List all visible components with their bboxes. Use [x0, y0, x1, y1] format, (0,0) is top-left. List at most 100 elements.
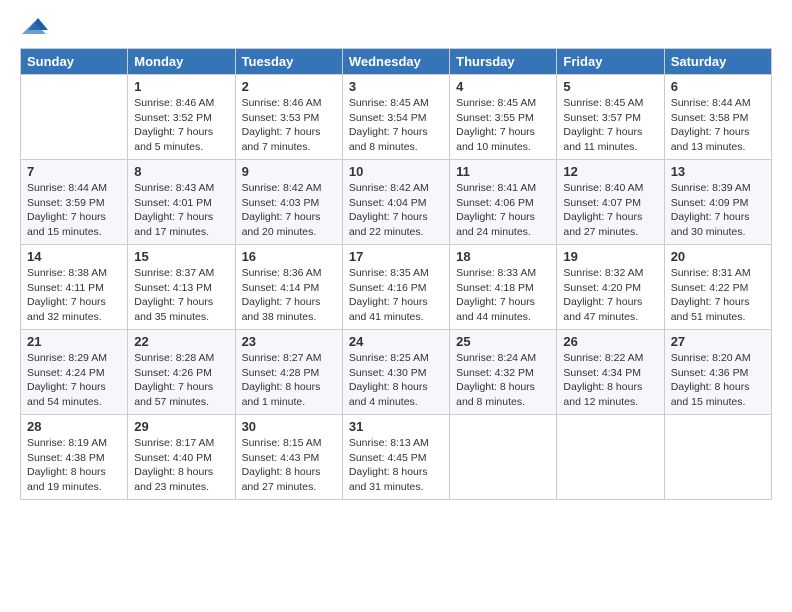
calendar-cell: 26 Sunrise: 8:22 AMSunset: 4:34 PMDaylig…: [557, 330, 664, 415]
day-info: Sunrise: 8:33 AMSunset: 4:18 PMDaylight:…: [456, 266, 550, 325]
day-number: 15: [134, 249, 228, 264]
day-info: Sunrise: 8:17 AMSunset: 4:40 PMDaylight:…: [134, 436, 228, 495]
day-number: 4: [456, 79, 550, 94]
day-number: 3: [349, 79, 443, 94]
day-info: Sunrise: 8:44 AMSunset: 3:58 PMDaylight:…: [671, 96, 765, 155]
day-number: 19: [563, 249, 657, 264]
calendar-cell: 23 Sunrise: 8:27 AMSunset: 4:28 PMDaylig…: [235, 330, 342, 415]
day-number: 1: [134, 79, 228, 94]
col-header-wednesday: Wednesday: [342, 49, 449, 75]
logo: [20, 16, 54, 40]
calendar-cell: 10 Sunrise: 8:42 AMSunset: 4:04 PMDaylig…: [342, 160, 449, 245]
calendar-table: SundayMondayTuesdayWednesdayThursdayFrid…: [20, 48, 772, 500]
day-info: Sunrise: 8:24 AMSunset: 4:32 PMDaylight:…: [456, 351, 550, 410]
day-number: 22: [134, 334, 228, 349]
day-info: Sunrise: 8:31 AMSunset: 4:22 PMDaylight:…: [671, 266, 765, 325]
calendar-cell: 1 Sunrise: 8:46 AMSunset: 3:52 PMDayligh…: [128, 75, 235, 160]
day-info: Sunrise: 8:45 AMSunset: 3:57 PMDaylight:…: [563, 96, 657, 155]
day-number: 14: [27, 249, 121, 264]
day-number: 2: [242, 79, 336, 94]
day-number: 12: [563, 164, 657, 179]
calendar-cell: 21 Sunrise: 8:29 AMSunset: 4:24 PMDaylig…: [21, 330, 128, 415]
day-number: 6: [671, 79, 765, 94]
day-number: 13: [671, 164, 765, 179]
calendar-cell: [21, 75, 128, 160]
calendar-cell: 3 Sunrise: 8:45 AMSunset: 3:54 PMDayligh…: [342, 75, 449, 160]
calendar-cell: 2 Sunrise: 8:46 AMSunset: 3:53 PMDayligh…: [235, 75, 342, 160]
day-number: 27: [671, 334, 765, 349]
day-number: 31: [349, 419, 443, 434]
calendar-cell: 28 Sunrise: 8:19 AMSunset: 4:38 PMDaylig…: [21, 415, 128, 500]
calendar-cell: [664, 415, 771, 500]
calendar-cell: 8 Sunrise: 8:43 AMSunset: 4:01 PMDayligh…: [128, 160, 235, 245]
day-info: Sunrise: 8:37 AMSunset: 4:13 PMDaylight:…: [134, 266, 228, 325]
calendar-cell: 11 Sunrise: 8:41 AMSunset: 4:06 PMDaylig…: [450, 160, 557, 245]
day-number: 20: [671, 249, 765, 264]
day-number: 28: [27, 419, 121, 434]
day-info: Sunrise: 8:20 AMSunset: 4:36 PMDaylight:…: [671, 351, 765, 410]
day-info: Sunrise: 8:43 AMSunset: 4:01 PMDaylight:…: [134, 181, 228, 240]
day-number: 25: [456, 334, 550, 349]
day-info: Sunrise: 8:46 AMSunset: 3:52 PMDaylight:…: [134, 96, 228, 155]
day-number: 30: [242, 419, 336, 434]
page-header: [20, 16, 772, 40]
day-number: 8: [134, 164, 228, 179]
calendar-cell: 22 Sunrise: 8:28 AMSunset: 4:26 PMDaylig…: [128, 330, 235, 415]
calendar-cell: 4 Sunrise: 8:45 AMSunset: 3:55 PMDayligh…: [450, 75, 557, 160]
col-header-thursday: Thursday: [450, 49, 557, 75]
day-number: 23: [242, 334, 336, 349]
day-info: Sunrise: 8:29 AMSunset: 4:24 PMDaylight:…: [27, 351, 121, 410]
col-header-friday: Friday: [557, 49, 664, 75]
col-header-monday: Monday: [128, 49, 235, 75]
day-info: Sunrise: 8:35 AMSunset: 4:16 PMDaylight:…: [349, 266, 443, 325]
logo-icon: [20, 16, 50, 40]
calendar-cell: 18 Sunrise: 8:33 AMSunset: 4:18 PMDaylig…: [450, 245, 557, 330]
day-info: Sunrise: 8:25 AMSunset: 4:30 PMDaylight:…: [349, 351, 443, 410]
day-info: Sunrise: 8:46 AMSunset: 3:53 PMDaylight:…: [242, 96, 336, 155]
day-number: 9: [242, 164, 336, 179]
calendar-cell: [557, 415, 664, 500]
day-number: 24: [349, 334, 443, 349]
calendar-cell: 17 Sunrise: 8:35 AMSunset: 4:16 PMDaylig…: [342, 245, 449, 330]
calendar-cell: 16 Sunrise: 8:36 AMSunset: 4:14 PMDaylig…: [235, 245, 342, 330]
calendar-cell: [450, 415, 557, 500]
calendar-cell: 20 Sunrise: 8:31 AMSunset: 4:22 PMDaylig…: [664, 245, 771, 330]
calendar-cell: 12 Sunrise: 8:40 AMSunset: 4:07 PMDaylig…: [557, 160, 664, 245]
col-header-saturday: Saturday: [664, 49, 771, 75]
day-info: Sunrise: 8:36 AMSunset: 4:14 PMDaylight:…: [242, 266, 336, 325]
day-info: Sunrise: 8:41 AMSunset: 4:06 PMDaylight:…: [456, 181, 550, 240]
calendar-cell: 31 Sunrise: 8:13 AMSunset: 4:45 PMDaylig…: [342, 415, 449, 500]
day-info: Sunrise: 8:22 AMSunset: 4:34 PMDaylight:…: [563, 351, 657, 410]
day-info: Sunrise: 8:27 AMSunset: 4:28 PMDaylight:…: [242, 351, 336, 410]
calendar-cell: 9 Sunrise: 8:42 AMSunset: 4:03 PMDayligh…: [235, 160, 342, 245]
day-info: Sunrise: 8:19 AMSunset: 4:38 PMDaylight:…: [27, 436, 121, 495]
col-header-sunday: Sunday: [21, 49, 128, 75]
calendar-cell: 6 Sunrise: 8:44 AMSunset: 3:58 PMDayligh…: [664, 75, 771, 160]
day-info: Sunrise: 8:39 AMSunset: 4:09 PMDaylight:…: [671, 181, 765, 240]
day-number: 29: [134, 419, 228, 434]
day-info: Sunrise: 8:28 AMSunset: 4:26 PMDaylight:…: [134, 351, 228, 410]
day-number: 16: [242, 249, 336, 264]
calendar-cell: 30 Sunrise: 8:15 AMSunset: 4:43 PMDaylig…: [235, 415, 342, 500]
day-number: 17: [349, 249, 443, 264]
calendar-cell: 7 Sunrise: 8:44 AMSunset: 3:59 PMDayligh…: [21, 160, 128, 245]
col-header-tuesday: Tuesday: [235, 49, 342, 75]
calendar-cell: 15 Sunrise: 8:37 AMSunset: 4:13 PMDaylig…: [128, 245, 235, 330]
calendar-cell: 24 Sunrise: 8:25 AMSunset: 4:30 PMDaylig…: [342, 330, 449, 415]
calendar-cell: 19 Sunrise: 8:32 AMSunset: 4:20 PMDaylig…: [557, 245, 664, 330]
day-info: Sunrise: 8:45 AMSunset: 3:55 PMDaylight:…: [456, 96, 550, 155]
day-info: Sunrise: 8:13 AMSunset: 4:45 PMDaylight:…: [349, 436, 443, 495]
day-info: Sunrise: 8:42 AMSunset: 4:03 PMDaylight:…: [242, 181, 336, 240]
calendar-cell: 5 Sunrise: 8:45 AMSunset: 3:57 PMDayligh…: [557, 75, 664, 160]
day-number: 18: [456, 249, 550, 264]
day-number: 21: [27, 334, 121, 349]
calendar-cell: 27 Sunrise: 8:20 AMSunset: 4:36 PMDaylig…: [664, 330, 771, 415]
day-info: Sunrise: 8:15 AMSunset: 4:43 PMDaylight:…: [242, 436, 336, 495]
calendar-cell: 13 Sunrise: 8:39 AMSunset: 4:09 PMDaylig…: [664, 160, 771, 245]
day-number: 11: [456, 164, 550, 179]
day-number: 5: [563, 79, 657, 94]
day-info: Sunrise: 8:42 AMSunset: 4:04 PMDaylight:…: [349, 181, 443, 240]
day-info: Sunrise: 8:45 AMSunset: 3:54 PMDaylight:…: [349, 96, 443, 155]
day-info: Sunrise: 8:38 AMSunset: 4:11 PMDaylight:…: [27, 266, 121, 325]
day-number: 10: [349, 164, 443, 179]
